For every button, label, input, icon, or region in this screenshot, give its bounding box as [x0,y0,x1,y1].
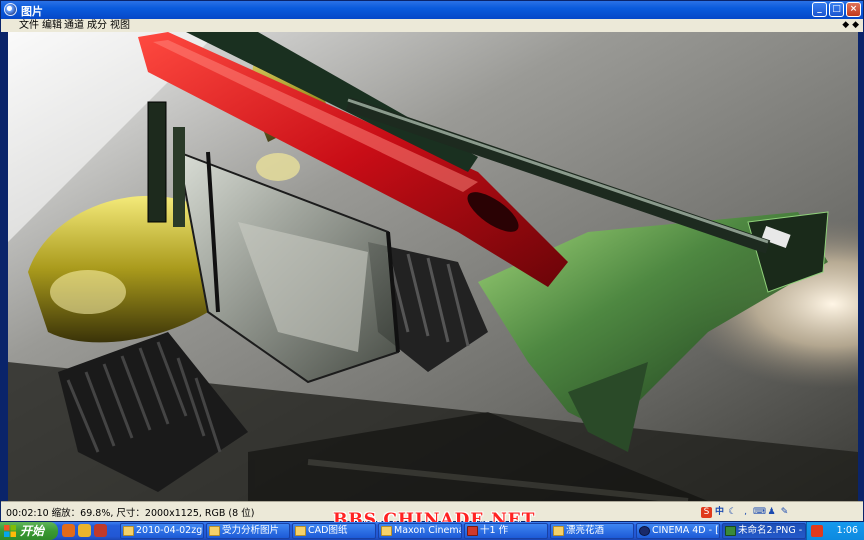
task-maxon-cinema[interactable]: Maxon Cinema [378,523,462,539]
tools-icon[interactable]: ✎ [779,507,790,518]
keyboard-icon[interactable]: ⌨ [753,507,766,518]
task-folder-2010[interactable]: 2010-04-02zg821 [120,523,204,539]
menu-bar: 文件 编辑 通道 成分 视图 ◆ ◆ [1,19,863,32]
app-icon [467,526,478,536]
status-zoom-size: 00:02:10 缩放：69.8%, 尺寸：2000x1125, RGB (8 … [6,508,255,519]
ime-language-toggle[interactable]: 中 [714,507,725,518]
quick-launch [62,524,107,537]
clock[interactable]: 1:06 [837,522,858,540]
task-flowers[interactable]: 漂亮花酒 [550,523,634,539]
moon-icon[interactable]: ☾ [727,507,738,518]
browser-icon[interactable] [62,524,75,537]
taskbar: 开始 2010-04-02zg821 受力分析图片 CAD图纸 Maxon Ci… [0,522,864,540]
folder-icon [295,526,306,536]
windows-logo-icon [4,525,16,537]
photo-viewer-icon [4,3,17,16]
folder-icon[interactable] [78,524,91,537]
menu-file[interactable]: 文件 [19,19,39,32]
photo-viewer-window: 图片 _ □ × 文件 编辑 通道 成分 视图 ◆ ◆ 00:02:10 缩放：… [0,0,864,522]
folder-icon [123,526,134,536]
task-cinema4d[interactable]: CINEMA 4D - [... [636,523,720,539]
task-image-viewer[interactable]: 未命名2.PNG - ... [722,523,806,539]
excavator-render [8,32,858,501]
title-bar[interactable]: 图片 _ □ × [1,1,863,19]
folder-icon [553,526,564,536]
cinema4d-icon [639,526,650,536]
punctuation-icon[interactable]: , [740,507,751,518]
rendered-image-canvas[interactable] [8,32,858,501]
folder-icon [381,526,392,536]
task-force-analysis[interactable]: 受力分析图片 [206,523,290,539]
ime-logo-icon[interactable]: S [701,506,712,518]
speaker-icon[interactable] [811,525,823,537]
ime-toolbar[interactable]: S 中 ☾ , ⌨ ♟ ✎ [701,504,790,520]
image-icon [725,526,736,536]
start-button[interactable]: 开始 [0,522,58,540]
maximize-button[interactable]: □ [829,2,844,17]
menu-channel[interactable]: 通道 [64,19,84,32]
person-icon[interactable]: ♟ [766,507,777,518]
window-title: 图片 [21,5,43,18]
task-cad-drawings[interactable]: CAD图纸 [292,523,376,539]
minimize-button[interactable]: _ [812,2,827,17]
menu-edit[interactable]: 编辑 [42,19,62,32]
media-icon[interactable] [94,524,107,537]
task-work[interactable]: 十1 作 [464,523,548,539]
menu-view[interactable]: 视图 [110,19,130,32]
menu-component[interactable]: 成分 [87,19,107,32]
close-button[interactable]: × [846,2,861,17]
start-label: 开始 [20,524,45,538]
nav-arrows-icon[interactable]: ◆ ◆ [842,19,859,32]
folder-icon [209,526,220,536]
system-tray: 1:06 [806,522,864,540]
